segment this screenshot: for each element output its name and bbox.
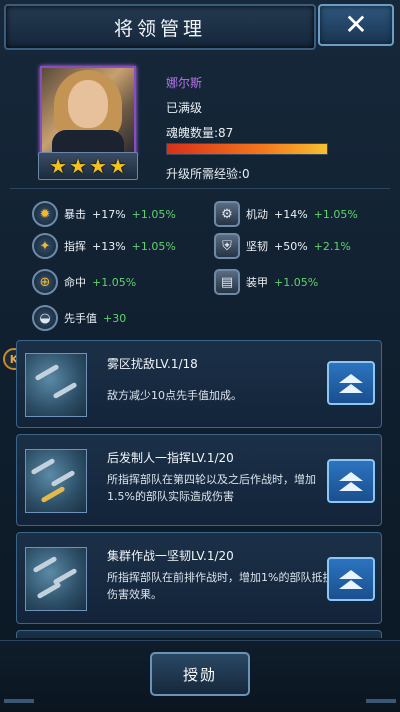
skill-upgrade-button[interactable] bbox=[327, 361, 375, 405]
skill-desc: 所指挥部队在前排作战时，增加1%的部队抵抗伤害效果。 bbox=[107, 571, 334, 601]
ship-icon bbox=[52, 381, 78, 400]
attr-bonus: +1.05% bbox=[131, 239, 176, 253]
officer-cap-icon: ◒ bbox=[32, 305, 58, 331]
skill-desc: 所指挥部队在第四轮以及之后作战时，增加1.5%的部队实际造成伤害 bbox=[107, 473, 316, 503]
double-chevron-up-icon bbox=[339, 569, 363, 589]
close-icon: ✕ bbox=[344, 8, 368, 41]
upgrade-exp: 升级所需经验:0 bbox=[166, 167, 250, 181]
corner-decoration bbox=[4, 699, 34, 703]
attribute-panel: ✹ 暴击 +17% +1.05% ⚙ 机动 +14% +1.05% ✦ 指挥 +… bbox=[10, 188, 390, 339]
attr-label: 坚韧 bbox=[246, 240, 268, 253]
grant-medal-button[interactable]: 授勋 bbox=[150, 652, 250, 696]
general-info-panel: ★ ★ ★ ★ 娜尔斯 已满级 魂魄数量:87 升级所需经验:0 bbox=[10, 54, 390, 186]
attr-bonus: +1.05% bbox=[313, 207, 358, 221]
attr-bonus: +1.05% bbox=[274, 275, 319, 289]
attr-value: +50% bbox=[274, 239, 308, 253]
gear-wheel-icon: ⚙ bbox=[214, 201, 240, 227]
page-title: 将领管理 bbox=[113, 17, 206, 40]
skill-cluster-image bbox=[25, 547, 87, 611]
crosshair-icon: ⊕ bbox=[32, 269, 58, 295]
star-rating: ★ ★ ★ ★ bbox=[38, 152, 138, 180]
attr-value: +13% bbox=[92, 239, 126, 253]
crit-burst-icon: ✹ bbox=[32, 201, 58, 227]
star-icon: ★ bbox=[49, 154, 68, 178]
attr-label: 装甲 bbox=[246, 276, 268, 289]
attr-bonus: +30 bbox=[103, 311, 127, 325]
soul-count: 魂魄数量:87 bbox=[166, 126, 234, 140]
corner-decoration bbox=[366, 699, 396, 703]
level-status: 已满级 bbox=[166, 101, 203, 115]
attr-label: 指挥 bbox=[64, 240, 86, 253]
skill-list[interactable]: 雾区扰敌LV.1/18 敌方减少10点先手值加成。 后发制人一指挥LV.1/20… bbox=[16, 338, 384, 638]
attr-value: +17% bbox=[92, 207, 126, 221]
star-icon: ★ bbox=[108, 154, 127, 178]
star-icon: ★ bbox=[89, 154, 107, 178]
attr-command: ✦ 指挥 +13% +1.05% bbox=[32, 233, 176, 259]
double-chevron-up-icon bbox=[339, 471, 363, 491]
ship-icon bbox=[30, 457, 56, 476]
portrait-uniform bbox=[52, 130, 124, 154]
title-bar: 将领管理 bbox=[4, 4, 316, 50]
skill-title: 雾区扰敌LV.1/18 bbox=[107, 357, 198, 371]
command-shield-icon: ✦ bbox=[32, 233, 58, 259]
attr-label: 暴击 bbox=[64, 208, 86, 221]
attr-value: +14% bbox=[274, 207, 308, 221]
general-portrait[interactable] bbox=[40, 66, 136, 156]
attr-crit: ✹ 暴击 +17% +1.05% bbox=[32, 201, 176, 227]
attr-bonus: +1.05% bbox=[92, 275, 137, 289]
skill-card: 集群作战一坚韧LV.1/20 所指挥部队在前排作战时，增加1%的部队抵抗伤害效果… bbox=[16, 532, 382, 624]
armor-plate-icon: ▤ bbox=[214, 269, 240, 295]
skill-title: 集群作战一坚韧LV.1/20 bbox=[107, 549, 234, 563]
shield-icon: ⛨ bbox=[214, 233, 240, 259]
attr-bonus: +2.1% bbox=[313, 239, 351, 253]
attr-initiative: ◒ 先手值 +30 bbox=[32, 305, 126, 331]
skill-card: 后发制人一指挥LV.1/20 所指挥部队在第四轮以及之后作战时，增加1.5%的部… bbox=[16, 434, 382, 526]
soul-progress-bar bbox=[166, 143, 328, 155]
general-name: 娜尔斯 bbox=[166, 76, 203, 90]
star-icon: ★ bbox=[69, 154, 87, 178]
double-chevron-up-icon bbox=[339, 373, 363, 393]
general-management-window: 将领管理 ✕ ★ ★ ★ ★ 娜尔斯 已满级 魂魄数量:87 升级所需经验:0 … bbox=[0, 0, 400, 712]
close-button[interactable]: ✕ bbox=[318, 4, 394, 46]
portrait-face bbox=[68, 80, 108, 128]
skill-counterattack-image bbox=[25, 449, 87, 513]
aircraft-icon bbox=[40, 485, 66, 504]
attr-armor: ▤ 装甲 +1.05% bbox=[214, 269, 318, 295]
skill-card: 雾区扰敌LV.1/18 敌方减少10点先手值加成。 bbox=[16, 340, 382, 428]
skill-upgrade-button[interactable] bbox=[327, 459, 375, 503]
attr-mobility: ⚙ 机动 +14% +1.05% bbox=[214, 201, 358, 227]
ship-icon bbox=[34, 363, 60, 382]
attr-label: 先手值 bbox=[64, 312, 97, 325]
soul-progress-fill bbox=[167, 144, 327, 154]
skill-desc: 敌方减少10点先手值加成。 bbox=[107, 389, 242, 402]
attr-accuracy: ⊕ 命中 +1.05% bbox=[32, 269, 136, 295]
attr-bonus: +1.05% bbox=[131, 207, 176, 221]
skill-fog-image bbox=[25, 353, 87, 417]
attr-label: 机动 bbox=[246, 208, 268, 221]
ship-icon bbox=[36, 581, 62, 600]
skill-title: 后发制人一指挥LV.1/20 bbox=[107, 451, 234, 465]
skill-card-partial bbox=[16, 630, 382, 638]
attr-label: 命中 bbox=[64, 276, 86, 289]
attr-toughness: ⛨ 坚韧 +50% +2.1% bbox=[214, 233, 351, 259]
ship-icon bbox=[50, 469, 76, 488]
ship-icon bbox=[32, 555, 58, 574]
skill-upgrade-button[interactable] bbox=[327, 557, 375, 601]
